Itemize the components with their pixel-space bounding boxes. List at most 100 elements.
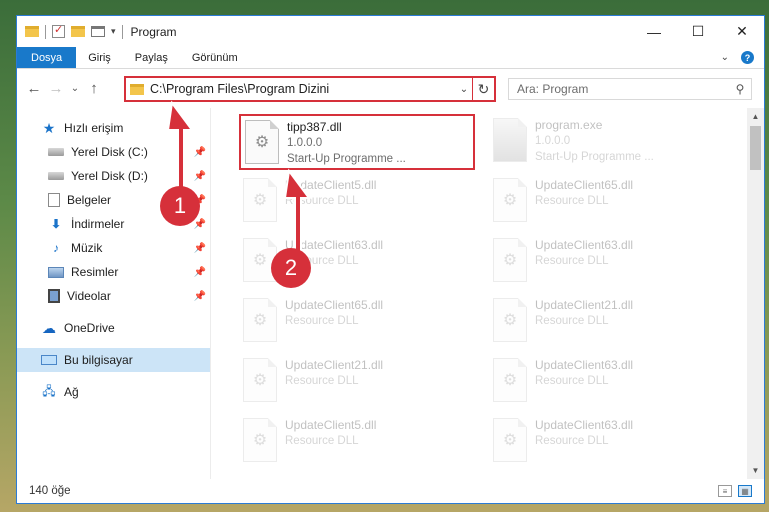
dll-file-icon: ⚙ bbox=[243, 178, 277, 222]
file-name: UpdateClient21.dll bbox=[285, 358, 384, 372]
file-name: tipp387.dll bbox=[287, 120, 342, 134]
search-input[interactable] bbox=[517, 82, 729, 96]
cloud-icon: ☁ bbox=[42, 319, 56, 336]
status-bar: 140 öğe ≡ ▦ bbox=[17, 479, 764, 503]
nav-label: Bu bilgisayar bbox=[64, 353, 133, 367]
scroll-down-icon[interactable]: ▼ bbox=[747, 462, 764, 479]
pin-icon: 📌 bbox=[193, 170, 206, 182]
pin-icon: 📌 bbox=[193, 266, 206, 278]
vertical-scrollbar[interactable]: ▲ ▼ bbox=[747, 108, 764, 479]
file-item[interactable]: ⚙ UpdateClient5.dll Resource DLL bbox=[239, 414, 475, 470]
nav-label: İndirmeler bbox=[71, 217, 125, 231]
nav-item-music[interactable]: ♪ Müzik 📌 bbox=[17, 236, 210, 260]
file-name: program.exe bbox=[535, 118, 603, 132]
file-item[interactable]: ⚙ UpdateClient63.dll Resource DLL bbox=[489, 234, 725, 290]
file-item-tipp387[interactable]: ⚙ tipp387.dll 1.0.0.0 Start-Up Programme… bbox=[239, 114, 475, 170]
nav-item-disk-d[interactable]: Yerel Disk (D:) 📌 bbox=[17, 164, 210, 188]
nav-label: Müzik bbox=[71, 241, 103, 255]
view-icon[interactable] bbox=[91, 26, 105, 37]
tab-share[interactable]: Paylaş bbox=[123, 47, 180, 68]
file-item[interactable]: ⚙ UpdateClient65.dll Resource DLL bbox=[489, 174, 725, 230]
tiles-view-icon[interactable]: ▦ bbox=[738, 485, 752, 497]
item-count: 140 öğe bbox=[29, 485, 71, 497]
star-icon: ★ bbox=[42, 119, 56, 136]
refresh-icon[interactable]: ↻ bbox=[472, 78, 494, 100]
file-item[interactable]: ⚙ UpdateClient21.dll Resource DLL bbox=[239, 354, 475, 410]
address-path[interactable]: C:\Program Files\Program Dizini bbox=[150, 82, 456, 96]
file-item[interactable]: ⚙ UpdateClient65.dll Resource DLL bbox=[239, 294, 475, 350]
nav-item-network[interactable]: 🖧 Ağ bbox=[17, 380, 210, 404]
back-button[interactable]: ← bbox=[23, 80, 45, 97]
file-type: Resource DLL bbox=[285, 435, 359, 447]
navigation-pane: ★ Hızlı erişim Yerel Disk (C:) 📌 Yerel D… bbox=[17, 108, 211, 479]
up-button[interactable]: ↑ bbox=[83, 80, 105, 97]
file-type: Resource DLL bbox=[285, 195, 359, 207]
dll-file-icon: ⚙ bbox=[493, 358, 527, 402]
file-item[interactable]: program.exe 1.0.0.0 Start-Up Programme .… bbox=[489, 114, 725, 170]
address-bar[interactable]: C:\Program Files\Program Dizini ⌄ ↻ bbox=[124, 76, 496, 102]
music-icon: ♪ bbox=[53, 241, 59, 255]
tab-view[interactable]: Görünüm bbox=[180, 47, 250, 68]
properties-icon[interactable] bbox=[52, 23, 65, 38]
quick-access-toolbar: ▾ bbox=[17, 23, 123, 39]
file-list-area: ⚙ tipp387.dll 1.0.0.0 Start-Up Programme… bbox=[211, 108, 764, 479]
customize-toolbar-icon[interactable]: ▾ bbox=[111, 26, 116, 37]
nav-item-pictures[interactable]: Resimler 📌 bbox=[17, 260, 210, 284]
file-name: UpdateClient63.dll bbox=[535, 238, 634, 252]
file-type: Resource DLL bbox=[535, 375, 609, 387]
file-description: Start-Up Programme ... bbox=[535, 151, 654, 163]
file-type: Resource DLL bbox=[285, 375, 359, 387]
dll-file-icon: ⚙ bbox=[243, 418, 277, 462]
details-view-icon[interactable]: ≡ bbox=[718, 485, 732, 497]
nav-item-onedrive[interactable]: ☁ OneDrive bbox=[17, 316, 210, 340]
exe-file-icon bbox=[493, 118, 527, 162]
address-dropdown-icon[interactable]: ⌄ bbox=[456, 84, 472, 95]
pin-icon: 📌 bbox=[193, 290, 206, 302]
file-item[interactable]: ⚙ UpdateClient63.dll Resource DLL bbox=[489, 354, 725, 410]
pin-icon: 📌 bbox=[193, 218, 206, 230]
nav-label: Videolar bbox=[67, 289, 111, 303]
tab-file[interactable]: Dosya bbox=[17, 47, 77, 68]
folder-icon bbox=[130, 83, 144, 95]
drive-icon bbox=[48, 148, 64, 156]
videos-icon bbox=[48, 289, 60, 303]
search-icon[interactable]: ⚲ bbox=[729, 82, 751, 96]
file-item[interactable]: ⚙ UpdateClient5.dll Resource DLL bbox=[239, 174, 475, 230]
dll-file-icon: ⚙ bbox=[245, 120, 279, 164]
search-box[interactable]: ⚲ bbox=[508, 78, 752, 100]
close-button[interactable]: ✕ bbox=[720, 16, 764, 47]
nav-label: Yerel Disk (C:) bbox=[71, 145, 148, 159]
nav-item-videos[interactable]: Videolar 📌 bbox=[17, 284, 210, 308]
nav-label: Belgeler bbox=[67, 193, 112, 207]
help-icon[interactable]: ? bbox=[741, 51, 754, 64]
file-name: UpdateClient5.dll bbox=[285, 418, 377, 432]
drive-icon bbox=[48, 172, 64, 180]
explorer-window: ▾ Program — ☐ ✕ Dosya Giriş Paylaş Görün… bbox=[16, 15, 765, 504]
file-type: Resource DLL bbox=[285, 315, 359, 327]
file-type: Resource DLL bbox=[535, 195, 609, 207]
maximize-button[interactable]: ☐ bbox=[676, 16, 720, 47]
file-type: Resource DLL bbox=[535, 315, 609, 327]
file-type: Resource DLL bbox=[535, 435, 609, 447]
expand-ribbon-icon[interactable]: ⌄ bbox=[721, 52, 729, 63]
scroll-up-icon[interactable]: ▲ bbox=[747, 108, 764, 125]
new-folder-icon[interactable] bbox=[71, 26, 85, 37]
file-type: Resource DLL bbox=[535, 255, 609, 267]
nav-label: OneDrive bbox=[64, 321, 115, 335]
file-item[interactable]: ⚙ UpdateClient63.dll Resource DLL bbox=[489, 414, 725, 470]
nav-quick-access[interactable]: ★ Hızlı erişim bbox=[17, 116, 210, 140]
scroll-thumb[interactable] bbox=[750, 126, 761, 170]
tab-home[interactable]: Giriş bbox=[76, 47, 123, 68]
file-version: 1.0.0.0 bbox=[535, 135, 571, 147]
minimize-button[interactable]: — bbox=[632, 16, 676, 47]
file-name: UpdateClient65.dll bbox=[285, 298, 384, 312]
nav-item-this-pc[interactable]: Bu bilgisayar bbox=[17, 348, 210, 372]
window-controls: — ☐ ✕ bbox=[632, 16, 764, 47]
recent-locations-icon[interactable]: ⌄ bbox=[67, 83, 83, 94]
nav-item-disk-c[interactable]: Yerel Disk (C:) 📌 bbox=[17, 140, 210, 164]
file-item[interactable]: ⚙ UpdateClient21.dll Resource DLL bbox=[489, 294, 725, 350]
network-icon: 🖧 bbox=[42, 383, 56, 398]
step-1-badge: 1 bbox=[160, 186, 200, 226]
forward-button[interactable]: → bbox=[45, 80, 67, 97]
file-name: UpdateClient5.dll bbox=[285, 178, 377, 192]
